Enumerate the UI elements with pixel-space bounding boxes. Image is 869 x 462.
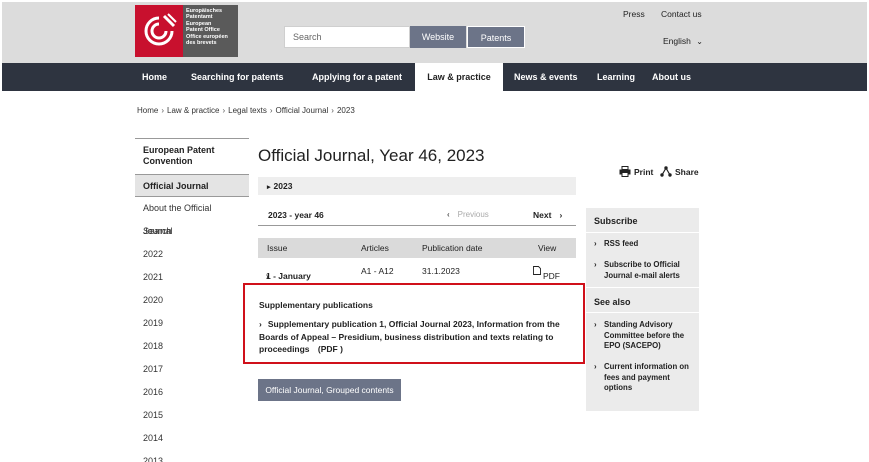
next-button[interactable]: Next › — [533, 210, 562, 220]
chevron-right-icon: › — [594, 239, 597, 248]
logo-mark-icon — [135, 5, 183, 57]
sacepo-link[interactable]: › Standing Advisory Committee before the … — [594, 320, 694, 352]
previous-label: Previous — [457, 210, 489, 219]
fees-info-link[interactable]: › Current information on fees and payment… — [594, 362, 694, 394]
breadcrumb-separator-icon: › — [222, 106, 226, 115]
next-label: Next — [533, 210, 552, 220]
breadcrumb-home[interactable]: Home — [137, 106, 158, 115]
supplementary-item[interactable]: › Supplementary publication 1, Official J… — [259, 318, 571, 356]
rss-feed-link[interactable]: › RSS feed — [594, 239, 694, 250]
document-icon — [533, 266, 541, 275]
sidebar-item-2014[interactable]: 2014 — [135, 427, 249, 450]
table-row: › 1 - January A1 - A12 31.1.2023 PDF — [258, 261, 576, 281]
email-alerts-link[interactable]: › Subscribe to Official Journal e-mail al… — [594, 260, 694, 281]
divider — [586, 287, 699, 288]
divider — [586, 232, 699, 233]
date-cell: 31.1.2023 — [422, 266, 460, 276]
main-nav: Home Searching for patents Applying for … — [2, 63, 867, 91]
supplementary-link[interactable]: Supplementary publication 1, Official Jo… — [259, 319, 560, 354]
nav-home[interactable]: Home — [142, 63, 167, 91]
divider — [586, 312, 699, 313]
col-view: View — [538, 243, 557, 253]
issue-pager: 2023 - year 46 ‹ Previous Next › — [258, 204, 576, 226]
page-title: Official Journal, Year 46, 2023 — [258, 146, 485, 165]
print-label: Print — [634, 167, 654, 177]
nav-about-us[interactable]: About us — [652, 63, 691, 91]
col-publication-date: Publication date — [422, 243, 483, 253]
nav-searching-for-patents[interactable]: Searching for patents — [191, 63, 284, 91]
sidebar-item-2022[interactable]: 2022 — [135, 243, 249, 266]
patents-scope-button[interactable]: Patents — [467, 26, 525, 48]
language-selector[interactable]: English ⌄ — [663, 36, 703, 46]
epo-logo[interactable]: Europäisches Patentamt European Patent O… — [135, 5, 238, 57]
nav-news-events[interactable]: News & events — [514, 63, 578, 91]
breadcrumb-law-practice[interactable]: Law & practice — [167, 106, 219, 115]
pdf-link[interactable]: PDF — [533, 266, 560, 281]
nav-learning[interactable]: Learning — [597, 63, 635, 91]
sidebar-item-about[interactable]: About the Official Journal — [135, 197, 249, 236]
breadcrumb-legal-texts[interactable]: Legal texts — [228, 106, 267, 115]
logo-wordmark: Europäisches Patentamt European Patent O… — [183, 5, 238, 57]
chevron-right-icon: › — [594, 362, 597, 371]
language-label: English — [663, 36, 691, 46]
search-input[interactable]: Search — [284, 26, 410, 48]
col-articles: Articles — [361, 243, 389, 253]
previous-button[interactable]: ‹ Previous — [447, 210, 489, 219]
supplementary-pdf-link[interactable]: (PDF ) — [318, 344, 343, 354]
page: Europäisches Patentamt European Patent O… — [0, 0, 869, 462]
chevron-right-icon: › — [559, 210, 563, 220]
grouped-contents-button[interactable]: Official Journal, Grouped contents — [258, 379, 401, 401]
chevron-right-icon: › — [594, 320, 597, 329]
breadcrumb-separator-icon: › — [269, 106, 273, 115]
print-button[interactable]: Print — [619, 166, 653, 177]
sidebar-item-2015[interactable]: 2015 — [135, 404, 249, 427]
sidebar-item-2018[interactable]: 2018 — [135, 335, 249, 358]
share-icon — [660, 166, 672, 177]
printer-icon — [619, 166, 631, 177]
breadcrumb-current: 2023 — [336, 106, 355, 115]
nav-law-practice[interactable]: Law & practice — [415, 63, 503, 91]
chevron-left-icon: ‹ — [447, 210, 450, 219]
sidebar-item-2019[interactable]: 2019 — [135, 312, 249, 335]
nav-applying-for-a-patent[interactable]: Applying for a patent — [312, 63, 402, 91]
website-scope-button[interactable]: Website — [410, 26, 466, 48]
see-also-heading: See also — [594, 297, 631, 307]
sidebar-item-2013[interactable]: 2013 — [135, 450, 249, 462]
breadcrumb-separator-icon: › — [331, 106, 334, 115]
chevron-right-icon: › — [594, 260, 597, 269]
sidebar-heading[interactable]: European Patent Convention — [135, 138, 249, 174]
breadcrumb-separator-icon: › — [161, 106, 165, 115]
breadcrumb: Home › Law & practice › Legal texts › Official… — [137, 106, 355, 115]
share-label: Share — [675, 167, 699, 177]
sidebar-item-2016[interactable]: 2016 — [135, 381, 249, 404]
sidebar-item-2020[interactable]: 2020 — [135, 289, 249, 312]
contact-us-link[interactable]: Contact us — [661, 9, 702, 19]
press-link[interactable]: Press — [623, 9, 645, 19]
subscribe-heading: Subscribe — [594, 216, 638, 226]
right-sidebar: Subscribe › RSS feed › Subscribe to Offici… — [586, 208, 699, 411]
sidebar-item-official-journal[interactable]: Official Journal — [135, 174, 249, 197]
bullet-icon: ▸ — [267, 184, 271, 191]
sidebar: European Patent Convention Official Jour… — [135, 138, 249, 462]
supplementary-heading: Supplementary publications — [259, 300, 373, 310]
sidebar-item-2021[interactable]: 2021 — [135, 266, 249, 289]
col-issue: Issue — [267, 243, 288, 253]
year-tab-label: 2023 — [273, 181, 293, 191]
chevron-down-icon: ⌄ — [696, 37, 703, 46]
share-button[interactable]: Share — [660, 166, 699, 177]
issues-table-header: Issue Articles Publication date View — [258, 238, 576, 258]
articles-cell: A1 - A12 — [361, 266, 394, 276]
sidebar-item-2017[interactable]: 2017 — [135, 358, 249, 381]
breadcrumb-official-journal[interactable]: Official Journal — [276, 106, 329, 115]
year-tab[interactable]: ▸ 2023 — [258, 177, 576, 195]
pager-label: 2023 - year 46 — [268, 210, 324, 220]
chevron-right-icon: › — [259, 319, 262, 329]
pdf-label: PDF — [543, 271, 560, 281]
supplementary-publications-box: Supplementary publications › Supplementar… — [243, 283, 585, 364]
issue-label: 1 - January — [266, 271, 311, 281]
sidebar-item-search[interactable]: Search — [135, 220, 249, 243]
